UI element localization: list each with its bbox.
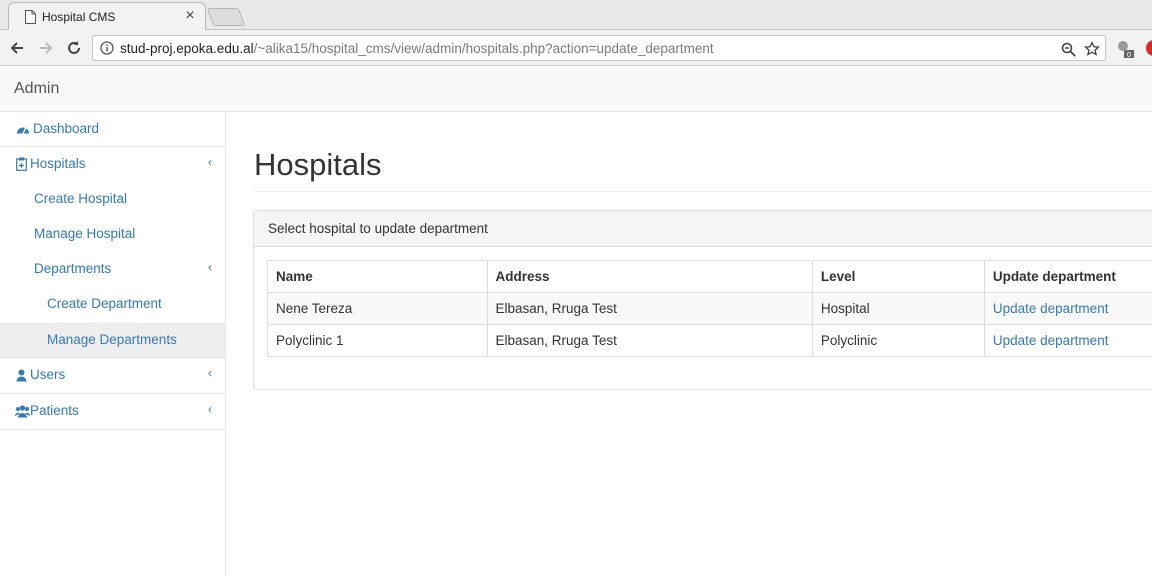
cell-name: Polyclinic 1 bbox=[267, 324, 488, 357]
sidebar: Dashboard Hospitals ‹ Create Hospital Ma… bbox=[0, 112, 226, 577]
url-host: stud-proj.epoka.edu.al bbox=[120, 41, 254, 56]
panel-heading-text: Select hospital to update department bbox=[268, 221, 488, 236]
browser-tab-bar: Hospital CMS × bbox=[0, 0, 1152, 30]
adblock-icon[interactable] bbox=[1144, 38, 1152, 58]
sidebar-item-hospitals[interactable]: Hospitals ‹ bbox=[0, 147, 225, 182]
chevron-left-icon: ‹ bbox=[208, 260, 212, 274]
column-header-name: Name bbox=[267, 260, 488, 293]
title-divider bbox=[254, 191, 1152, 192]
sidebar-item-label: Manage Hospital bbox=[34, 226, 136, 241]
chevron-left-icon: ‹ bbox=[208, 366, 212, 380]
tab-title: Hospital CMS bbox=[42, 10, 116, 24]
new-tab-button[interactable] bbox=[206, 8, 246, 26]
cell-address: Elbasan, Rruga Test bbox=[486, 324, 813, 357]
extension-badge: 0 bbox=[1127, 51, 1131, 58]
main-content: Hospitals Select hospital to update depa… bbox=[226, 112, 1152, 577]
table-header-row: Name Address Level Update department bbox=[267, 260, 1152, 293]
cell-action: Update department bbox=[983, 292, 1152, 325]
close-icon[interactable]: × bbox=[181, 7, 199, 25]
sidebar-item-label: Manage Departments bbox=[47, 332, 177, 347]
cell-level: Polyclinic bbox=[811, 324, 985, 357]
page-title: Hospitals bbox=[254, 147, 382, 182]
extension-icon[interactable]: 0 bbox=[1115, 38, 1135, 59]
hospitals-table: Name Address Level Update department Nen… bbox=[267, 260, 1152, 357]
sidebar-item-label: Create Hospital bbox=[34, 191, 128, 206]
browser-tab[interactable]: Hospital CMS × bbox=[8, 2, 206, 30]
sidebar-item-manage-hospital[interactable]: Manage Hospital bbox=[0, 217, 225, 252]
users-icon bbox=[15, 405, 30, 418]
cell-level: Hospital bbox=[811, 292, 985, 325]
address-bar[interactable]: stud-proj.epoka.edu.al/~alika15/hospital… bbox=[92, 35, 1106, 61]
back-button[interactable] bbox=[6, 37, 28, 59]
zoom-icon[interactable] bbox=[1059, 40, 1077, 58]
url-path: /~alika15/hospital_cms/view/admin/hospit… bbox=[253, 41, 714, 56]
reload-icon bbox=[68, 41, 80, 54]
user-md-icon bbox=[16, 369, 27, 382]
sidebar-item-dashboard[interactable]: Dashboard bbox=[0, 112, 225, 147]
back-arrow-icon bbox=[10, 42, 23, 54]
sidebar-item-label: Create Department bbox=[47, 296, 162, 311]
column-header-update: Update department bbox=[983, 260, 1152, 293]
chevron-left-icon: ‹ bbox=[208, 402, 212, 416]
star-icon[interactable] bbox=[1083, 40, 1101, 58]
sidebar-item-label: Patients bbox=[30, 403, 79, 418]
forward-arrow-icon bbox=[40, 42, 53, 54]
cell-address: Elbasan, Rruga Test bbox=[486, 292, 813, 325]
update-department-link[interactable]: Update department bbox=[993, 301, 1109, 316]
column-header-address: Address bbox=[486, 260, 813, 293]
page-icon bbox=[25, 10, 36, 24]
table-row: Polyclinic 1 Elbasan, Rruga Test Polycli… bbox=[267, 324, 1152, 357]
hospitals-panel: Select hospital to update department Nam… bbox=[253, 210, 1152, 390]
cell-name: Nene Tereza bbox=[267, 292, 488, 325]
cell-action: Update department bbox=[983, 324, 1152, 357]
sidebar-item-manage-departments[interactable]: Manage Departments bbox=[0, 323, 225, 358]
sidebar-item-label: Dashboard bbox=[33, 121, 100, 136]
sidebar-item-users[interactable]: Users ‹ bbox=[0, 358, 225, 394]
update-department-link[interactable]: Update department bbox=[993, 333, 1109, 348]
browser-toolbar: stud-proj.epoka.edu.al/~alika15/hospital… bbox=[0, 30, 1152, 66]
sidebar-item-label: Users bbox=[30, 367, 66, 382]
sidebar-item-departments[interactable]: Departments ‹ bbox=[0, 252, 225, 287]
sidebar-item-label: Hospitals bbox=[30, 156, 86, 171]
sidebar-item-create-department[interactable]: Create Department bbox=[0, 287, 225, 322]
column-header-level: Level bbox=[811, 260, 985, 293]
dashboard-icon bbox=[17, 127, 29, 134]
table-row: Nene Tereza Elbasan, Rruga Test Hospital… bbox=[267, 292, 1152, 325]
brand-title[interactable]: Admin bbox=[14, 80, 59, 98]
sidebar-item-label: Departments bbox=[34, 261, 112, 276]
reload-button[interactable] bbox=[63, 37, 85, 59]
chevron-left-icon: ‹ bbox=[208, 155, 212, 169]
hospital-icon bbox=[16, 157, 27, 171]
top-navbar: Admin bbox=[0, 67, 1152, 112]
sidebar-item-create-hospital[interactable]: Create Hospital bbox=[0, 182, 225, 217]
info-icon[interactable] bbox=[100, 41, 114, 55]
sidebar-item-patients[interactable]: Patients ‹ bbox=[0, 394, 225, 430]
panel-heading: Select hospital to update department bbox=[254, 211, 1152, 247]
url-text: stud-proj.epoka.edu.al/~alika15/hospital… bbox=[120, 41, 714, 56]
forward-button[interactable] bbox=[35, 37, 57, 59]
